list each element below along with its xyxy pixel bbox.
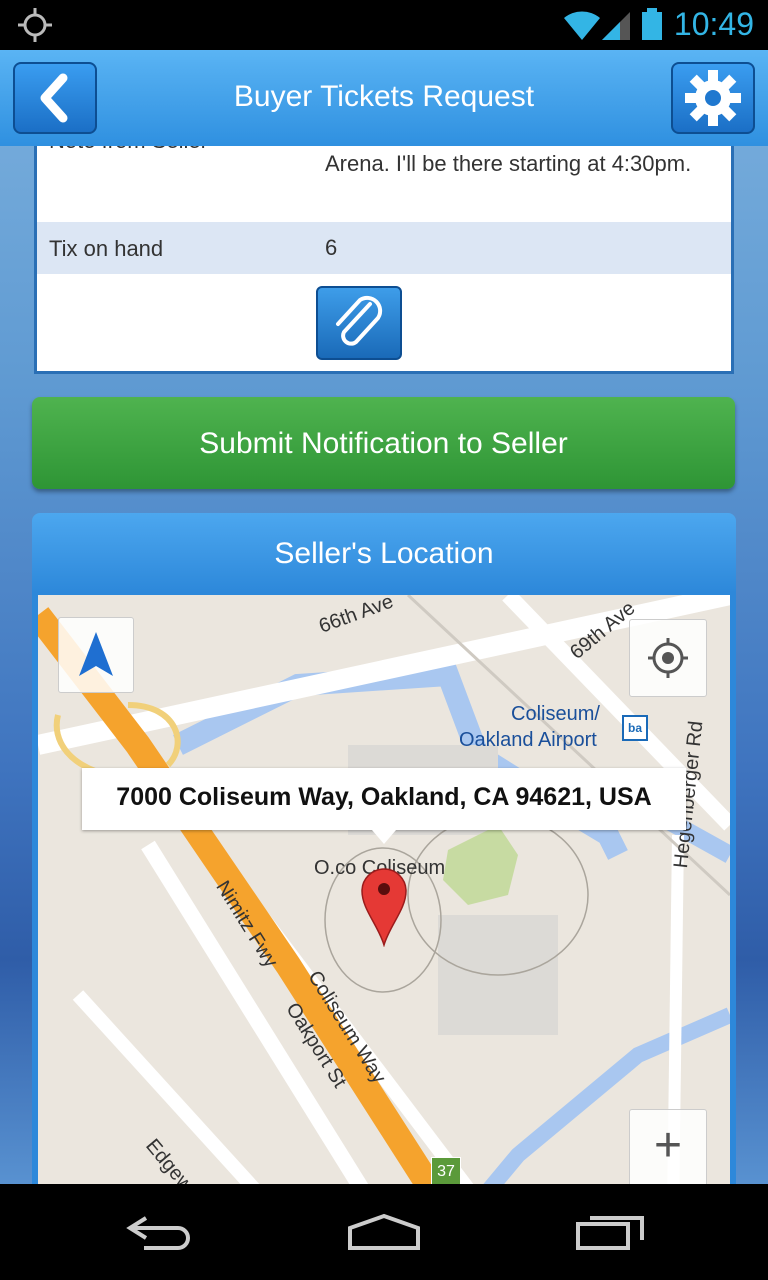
note-value: Meet me on the Southside of Oracle Arena… <box>325 146 692 176</box>
note-label: Note from Seller <box>49 146 208 154</box>
seller-location-panel: Seller's Location 66th Ave 69th Ave Coli… <box>32 513 736 1215</box>
paperclip-icon <box>336 295 383 346</box>
submit-notification-button[interactable]: Submit Notification to Seller <box>32 397 735 489</box>
status-time: 10:49 <box>673 6 754 42</box>
back-nav-icon[interactable] <box>124 1212 196 1252</box>
tix-label: Tix on hand <box>49 236 164 261</box>
navigation-arrow-icon <box>79 632 113 676</box>
crosshair-icon <box>648 638 688 678</box>
zoom-in-button[interactable]: + <box>629 1109 707 1191</box>
map-view[interactable]: 66th Ave 69th Ave Coliseum/ Oakland Airp… <box>38 595 730 1215</box>
ticket-details-card: Note from Seller Meet me on the Southsid… <box>34 146 734 374</box>
bart-icon: ba <box>622 715 648 741</box>
tix-row: Tix on hand 6 <box>37 222 731 274</box>
tix-value: 6 <box>325 235 338 260</box>
compass-button[interactable] <box>58 617 134 693</box>
signal-icon <box>602 12 630 40</box>
wifi-icon <box>564 11 600 40</box>
tooltip-arrow <box>372 830 396 844</box>
note-row: Note from Seller Meet me on the Southsid… <box>37 146 731 202</box>
status-bar: 10:49 <box>0 0 768 50</box>
battery-icon <box>642 8 662 40</box>
map-label-station-line2: Oakland Airport <box>459 729 597 751</box>
map-pin-icon[interactable] <box>360 865 408 947</box>
location-title: Seller's Location <box>274 537 494 570</box>
system-nav-bar <box>0 1184 768 1280</box>
address-tooltip[interactable]: 7000 Coliseum Way, Oakland, CA 94621, US… <box>82 768 686 830</box>
settings-button[interactable] <box>671 62 755 134</box>
gear-icon <box>685 70 741 126</box>
recents-nav-icon[interactable] <box>574 1212 646 1252</box>
attachment-button[interactable] <box>316 286 402 360</box>
page-title: Buyer Tickets Request <box>233 80 535 113</box>
submit-label: Submit Notification to Seller <box>199 427 568 460</box>
my-location-button[interactable] <box>629 619 707 697</box>
route-shield: 37 <box>431 1157 461 1187</box>
map-label-station-line1: Coliseum/ <box>511 703 600 725</box>
gps-icon <box>18 8 52 42</box>
zoom-in-label: + <box>653 1119 683 1172</box>
home-nav-icon[interactable] <box>346 1212 422 1252</box>
app-header: Buyer Tickets Request <box>0 50 768 146</box>
address-text: 7000 Coliseum Way, Oakland, CA 94621, US… <box>116 783 652 811</box>
